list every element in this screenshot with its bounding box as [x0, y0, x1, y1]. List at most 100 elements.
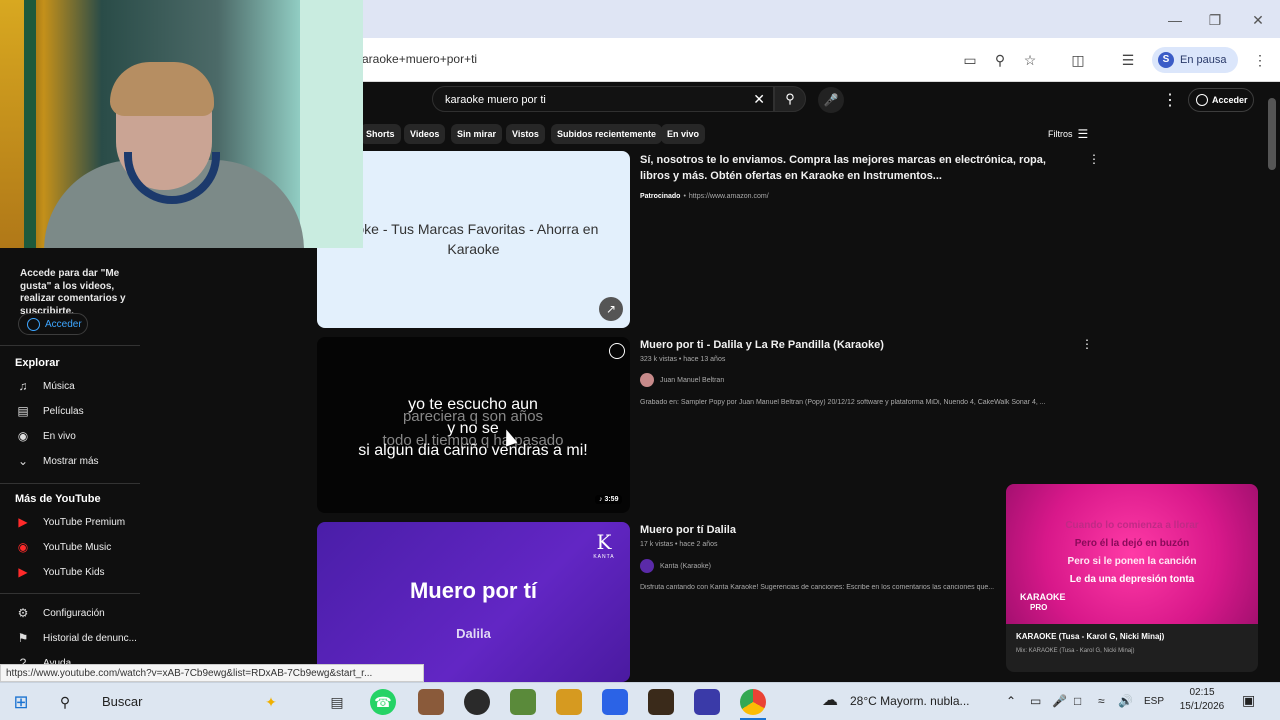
chip-shorts[interactable]: Shorts	[360, 124, 401, 144]
browser-menu-icon[interactable]: ⋮	[1250, 50, 1270, 70]
recorder-app-icon[interactable]	[464, 689, 490, 715]
filters-button[interactable]: Filtros ☰	[1048, 127, 1088, 141]
karaoke-line: Le da una depresión tonta	[1069, 574, 1195, 585]
whatsapp-icon[interactable]: ☎	[370, 689, 396, 715]
page-scrollbar-thumb[interactable]	[1268, 98, 1276, 170]
notifications-icon[interactable]: ▣	[1242, 692, 1255, 709]
chip-live[interactable]: En vivo	[661, 124, 706, 144]
language-indicator[interactable]: ESP	[1144, 696, 1164, 707]
ad-menu-icon[interactable]: ⋮	[1088, 152, 1100, 166]
video-menu-icon[interactable]: ⋮	[1081, 337, 1093, 351]
chip-unwatched[interactable]: Sin mirar	[451, 124, 503, 144]
youtube-premium-icon: ▶	[18, 515, 28, 529]
sidebar-item-show-more[interactable]: ⌄ Mostrar más	[15, 452, 140, 470]
voice-search-button[interactable]: 🎤	[818, 87, 844, 113]
search-icon[interactable]: ⚲	[52, 689, 78, 715]
game-app-icon[interactable]	[694, 689, 720, 715]
close-window-icon[interactable]: ✕	[1248, 10, 1268, 30]
game-app-icon[interactable]	[418, 689, 444, 715]
media-control-icon[interactable]: ☰	[1118, 50, 1138, 70]
video-title[interactable]: Muero por ti - Dalila y La Re Pandilla (…	[640, 337, 1070, 353]
sidebar-item-music-app[interactable]: ◉ YouTube Music	[15, 538, 140, 556]
external-link-icon[interactable]: ↗	[599, 297, 623, 321]
channel-row[interactable]: Juan Manuel Beltran	[640, 373, 724, 387]
meet-now-icon[interactable]: □	[1074, 694, 1081, 708]
bookmark-star-icon[interactable]: ☆	[1020, 50, 1040, 70]
karaoke-brand-sub: PRO	[1030, 603, 1048, 612]
install-app-icon[interactable]: ▭	[960, 50, 980, 70]
thumb-subtitle: Dalila	[456, 626, 491, 641]
karaoke-line: Pero si le ponen la canción	[1067, 556, 1197, 567]
game-app-icon[interactable]	[648, 689, 674, 715]
minecraft-icon[interactable]	[510, 689, 536, 715]
sidebar-item-label: Música	[43, 380, 75, 392]
sidebar-item-live[interactable]: ◉ En vivo	[15, 427, 140, 445]
channel-avatar	[640, 559, 654, 573]
sidebar-login-prompt: Accede para dar "Me gusta" a los videos,…	[20, 268, 126, 317]
wifi-icon[interactable]: ≈	[1098, 694, 1105, 708]
kanta-logo-mark: K	[596, 530, 612, 554]
sidebar-item-movies[interactable]: ▤ Películas	[15, 402, 140, 420]
sidebar-sign-in-button[interactable]: Acceder	[18, 313, 88, 335]
address-bar-text[interactable]: araoke+muero+por+ti	[362, 52, 477, 66]
miniplayer-title[interactable]: KARAOKE (Tusa - Karol G, Nicki Minaj)	[1016, 632, 1164, 641]
ad-thumbnail[interactable]: aoke - Tus Marcas Favoritas - Ahorra en …	[317, 151, 630, 328]
gear-icon: ⚙	[17, 606, 29, 620]
watch-later-icon[interactable]	[609, 343, 625, 359]
search-box: ✕	[432, 86, 774, 112]
kanta-logo: K KANTA	[589, 530, 619, 560]
video-thumbnail[interactable]: yo te escucho aun pareciera q son años y…	[317, 337, 630, 513]
video-title[interactable]: Muero por tí Dalila	[640, 522, 1000, 538]
more-youtube-header: Más de YouTube	[15, 493, 101, 505]
search-button[interactable]: ⚲	[774, 86, 806, 112]
channel-row[interactable]: Kanta (Karaoke)	[640, 559, 711, 573]
discord-icon[interactable]	[602, 689, 628, 715]
windows-start-icon[interactable]: ⊞	[8, 689, 34, 715]
chevron-up-icon[interactable]: ⌃	[1006, 694, 1016, 708]
chevron-down-icon: ⌄	[17, 454, 29, 468]
restore-icon[interactable]: ❐	[1205, 10, 1225, 30]
sidebar-item-label: Historial de denunc...	[43, 632, 137, 644]
microphone-icon[interactable]: 🎤	[1052, 694, 1067, 708]
miniplayer-subtitle: Mix: KARAOKE (Tusa - Karol G, Nicki Mina…	[1016, 648, 1135, 654]
taskbar-search-label[interactable]: Buscar	[102, 694, 142, 709]
music-note-icon: ♫	[18, 379, 28, 393]
thumb-title: Muero por tí	[409, 578, 538, 603]
sidebar-item-premium[interactable]: ▶ YouTube Premium	[15, 513, 140, 531]
sidebar-item-kids[interactable]: ▶ YouTube Kids	[15, 563, 140, 581]
profile-button[interactable]: S En pausa	[1152, 47, 1238, 73]
lyrics-overlay: yo te escucho aun pareciera q son años y…	[317, 395, 629, 461]
video-thumbnail[interactable]: Muero por tí Dalila K KANTA	[317, 522, 630, 682]
game-app-icon[interactable]	[556, 689, 582, 715]
extensions-icon[interactable]: ◫	[1068, 50, 1088, 70]
chrome-icon[interactable]	[740, 689, 766, 715]
sign-in-button[interactable]: Acceder	[1188, 88, 1254, 112]
settings-menu-icon[interactable]: ⋮	[1162, 90, 1178, 110]
minimize-icon[interactable]: —	[1165, 10, 1185, 30]
battery-icon[interactable]: ▭	[1030, 694, 1041, 708]
task-view-icon[interactable]: ▤	[324, 689, 350, 715]
sponsored-url[interactable]: https://www.amazon.com/	[689, 193, 769, 200]
chip-recent[interactable]: Subidos recientemente	[551, 124, 663, 144]
sidebar-item-report-history[interactable]: ⚑ Historial de denunc...	[15, 629, 140, 647]
filter-sliders-icon: ☰	[1077, 127, 1089, 141]
zoom-icon[interactable]: ⚲	[990, 50, 1010, 70]
chip-watched[interactable]: Vistos	[506, 124, 545, 144]
video-meta: 17 k vistas • hace 2 años	[640, 541, 718, 548]
clear-search-icon[interactable]: ✕	[753, 91, 765, 108]
clock[interactable]: 02:15 15/1/2026	[1174, 686, 1230, 714]
sidebar-item-settings[interactable]: ⚙ Configuración	[15, 604, 140, 622]
kanta-logo-text: KANTA	[593, 554, 615, 560]
weather-text[interactable]: 28°C Mayorm. nubla...	[850, 694, 970, 708]
sidebar-divider	[0, 593, 140, 594]
miniplayer-video[interactable]: Cuando lo comienza a llorar Pero él la d…	[1006, 484, 1258, 624]
search-input[interactable]	[445, 92, 745, 108]
ad-title[interactable]: Sí, nosotros te lo enviamos. Compra las …	[640, 152, 1070, 184]
copilot-sparkle-icon[interactable]: ✦	[258, 689, 284, 715]
volume-icon[interactable]: 🔊	[1118, 694, 1133, 708]
video-meta: 323 k vistas • hace 13 años	[640, 356, 726, 363]
explore-list: ♫ Música ▤ Películas ◉ En vivo ⌄ Mostrar más	[15, 377, 140, 470]
sidebar-item-music[interactable]: ♫ Música	[15, 377, 140, 395]
chip-videos[interactable]: Videos	[404, 124, 446, 144]
miniplayer[interactable]: Cuando lo comienza a llorar Pero él la d…	[1006, 484, 1258, 672]
